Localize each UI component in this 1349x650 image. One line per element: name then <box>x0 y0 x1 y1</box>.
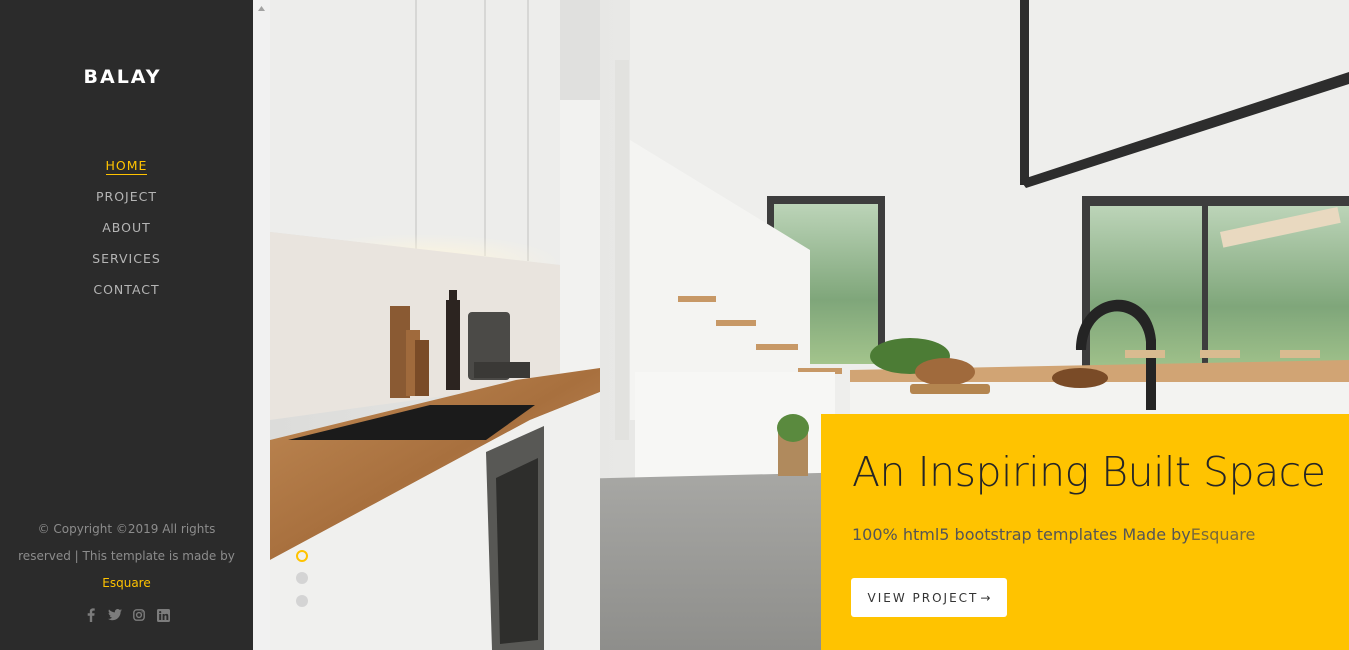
view-project-label: VIEW PROJECT <box>867 590 979 605</box>
nav-item-contact: CONTACT <box>0 281 253 312</box>
nav-item-services: SERVICES <box>0 250 253 281</box>
copyright-body: © Copyright ©2019 All rights reserved | … <box>18 522 235 563</box>
brand-logo[interactable]: BALAY <box>0 66 245 88</box>
credit-link[interactable]: Esquare <box>102 576 150 590</box>
nav-link-project[interactable]: PROJECT <box>96 188 157 206</box>
facebook-icon[interactable] <box>84 607 98 623</box>
hero-slider: An Inspiring Built Space 100% html5 boot… <box>270 0 1349 650</box>
linkedin-icon[interactable] <box>156 607 170 623</box>
arrow-right-icon: → <box>980 590 991 605</box>
main-nav: HOME PROJECT ABOUT SERVICES CONTACT <box>0 157 253 312</box>
nav-link-contact[interactable]: CONTACT <box>93 281 159 299</box>
twitter-icon[interactable] <box>108 607 122 623</box>
nav-item-home: HOME <box>0 157 253 188</box>
nav-link-home[interactable]: HOME <box>105 157 148 175</box>
hero-caption: An Inspiring Built Space 100% html5 boot… <box>821 414 1349 650</box>
hero-subtitle: 100% html5 bootstrap templates Made byEs… <box>852 525 1255 544</box>
slider-dot-1[interactable] <box>296 550 308 562</box>
nav-item-project: PROJECT <box>0 188 253 219</box>
hero-title: An Inspiring Built Space <box>852 448 1326 496</box>
nav-link-services[interactable]: SERVICES <box>92 250 161 268</box>
view-project-button[interactable]: VIEW PROJECT → <box>851 578 1007 617</box>
slider-dot-3[interactable] <box>296 595 308 607</box>
slider-dot-2[interactable] <box>296 572 308 584</box>
sidebar: BALAY HOME PROJECT ABOUT SERVICES CONTAC… <box>0 0 253 650</box>
copyright-text: © Copyright ©2019 All rights reserved | … <box>12 516 241 597</box>
instagram-icon[interactable] <box>132 607 146 623</box>
hero-subtitle-link[interactable]: Esquare <box>1191 525 1256 544</box>
scroll-up-arrow-icon[interactable] <box>253 0 270 17</box>
nav-item-about: ABOUT <box>0 219 253 250</box>
social-links <box>84 607 170 623</box>
page-scrollbar[interactable] <box>253 0 270 650</box>
nav-link-about[interactable]: ABOUT <box>102 219 151 237</box>
hero-subtitle-text: 100% html5 bootstrap templates Made by <box>852 525 1191 544</box>
